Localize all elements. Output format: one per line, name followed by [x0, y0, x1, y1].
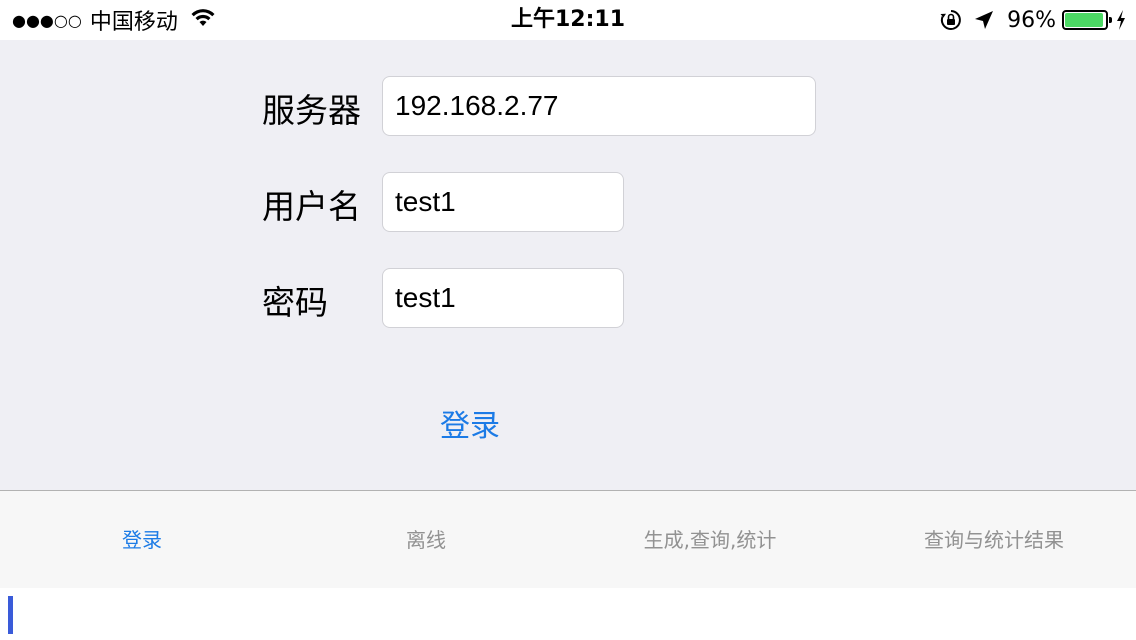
- login-form: 服务器 192.168.2.77 用户名 test1 密码 test1 登录: [0, 40, 1136, 490]
- password-field[interactable]: test1: [382, 268, 624, 328]
- status-right: 96%: [939, 6, 1126, 34]
- cursor-bar: [8, 596, 13, 634]
- location-arrow-icon: [973, 9, 995, 31]
- charging-bolt-icon: [1116, 10, 1126, 30]
- username-label: 用户名: [262, 187, 361, 226]
- tab-bar: 登录 离线 生成,查询,统计 查询与统计结果: [0, 490, 1136, 588]
- rotation-lock-icon: [939, 8, 963, 32]
- tab-generate-query-stats[interactable]: 生成,查询,统计: [568, 491, 852, 589]
- server-field[interactable]: 192.168.2.77: [382, 76, 816, 136]
- battery-icon: [1062, 10, 1112, 30]
- username-field[interactable]: test1: [382, 172, 624, 232]
- battery-percent: 96%: [1007, 7, 1056, 33]
- status-bar: ●●●○○ 中国移动 上午12:11 96%: [0, 0, 1136, 40]
- password-label: 密码: [262, 283, 328, 322]
- tab-offline[interactable]: 离线: [284, 491, 568, 589]
- battery-level: [1065, 13, 1104, 27]
- server-label: 服务器: [262, 91, 361, 130]
- login-button[interactable]: 登录: [420, 402, 520, 452]
- tab-login[interactable]: 登录: [0, 491, 284, 589]
- tab-query-stats-results[interactable]: 查询与统计结果: [852, 491, 1136, 589]
- bottom-area: [0, 588, 1136, 640]
